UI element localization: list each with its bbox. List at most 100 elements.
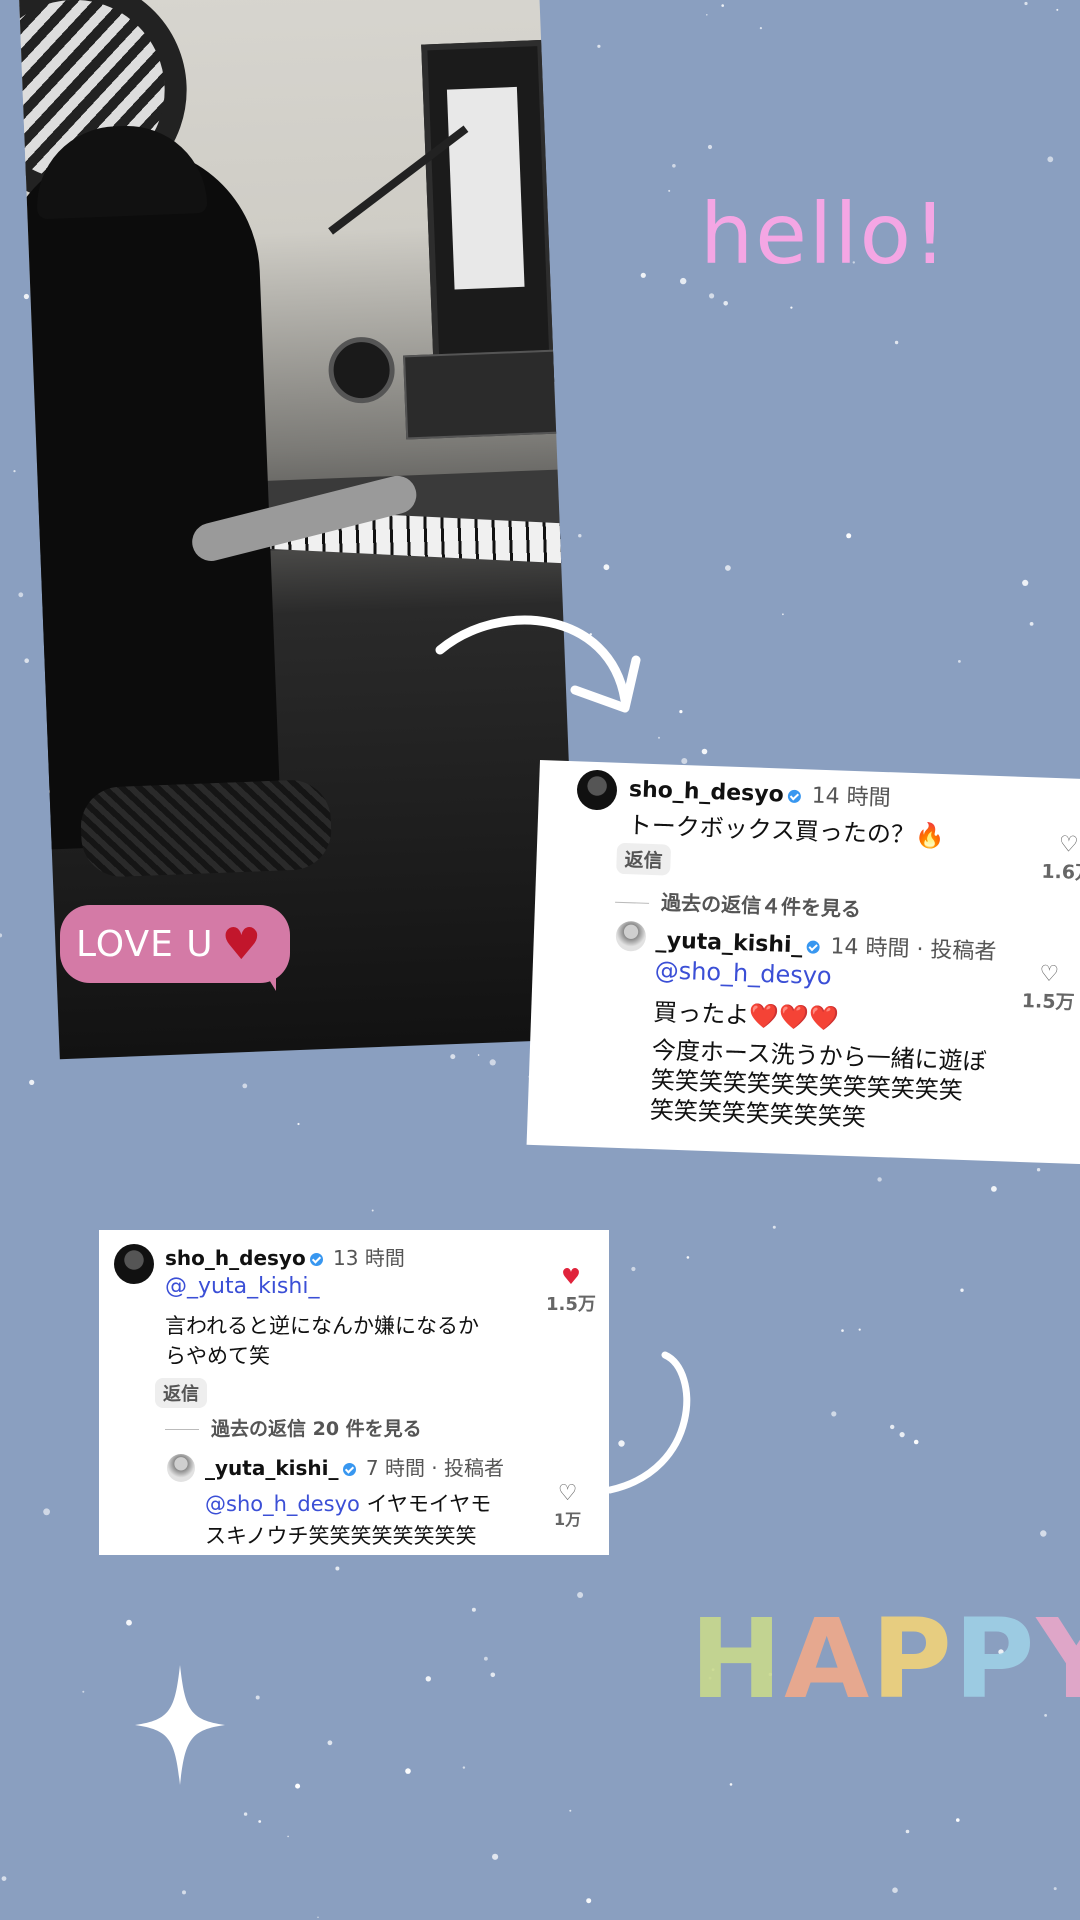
star-dot <box>450 1054 456 1060</box>
star-dot <box>242 1083 248 1089</box>
username[interactable]: _yuta_kishi_ <box>205 1456 339 1480</box>
star-dot <box>255 1695 260 1700</box>
username[interactable]: sho_h_desyo <box>629 777 785 807</box>
star-dot <box>258 1820 262 1823</box>
like-count: 1.5万 <box>546 1294 596 1315</box>
like-button[interactable]: ♥ 1.5万 <box>546 1266 596 1316</box>
star-dot <box>640 272 646 278</box>
mention-link[interactable]: @sho_h_desyo <box>205 1492 360 1516</box>
mention-link[interactable]: @_yuta_kishi_ <box>165 1274 319 1299</box>
star-dot <box>287 1835 289 1838</box>
reply-button[interactable]: 返信 <box>616 842 672 876</box>
heart-filled-icon: ♥ <box>561 1265 581 1290</box>
star-dot <box>892 1887 898 1893</box>
star-dot <box>317 1916 319 1919</box>
star-dot <box>243 1812 248 1816</box>
star-dot <box>723 301 728 306</box>
comment-text: トークボックス買ったの？🔥 <box>627 811 946 851</box>
star-dot <box>1022 579 1029 587</box>
star-dot <box>492 1853 499 1860</box>
star-dot <box>477 1054 480 1056</box>
star-dot <box>679 710 683 714</box>
like-count: 1.6万 <box>1041 860 1080 885</box>
person-silhouette <box>18 141 282 851</box>
star-dot <box>1040 1530 1047 1537</box>
star-dot <box>782 613 784 616</box>
reply-text-line: 買ったよ❤️❤️❤️ <box>652 998 840 1033</box>
happy-letter: A <box>784 1595 872 1723</box>
verified-badge-icon <box>806 939 820 954</box>
star-dot <box>725 565 731 571</box>
like-button[interactable]: ♡ 1.6万 <box>1041 832 1080 886</box>
star-dot <box>790 306 793 309</box>
star-dot <box>297 1122 300 1126</box>
view-replies-link[interactable]: 過去の返信４件を見る <box>615 885 862 923</box>
star-dot <box>618 1440 625 1447</box>
happy-letter: P <box>953 1595 1037 1723</box>
star-dot <box>772 1225 776 1229</box>
star-dot <box>668 189 671 192</box>
star-dot <box>913 1439 919 1445</box>
star-dot <box>29 1079 35 1085</box>
star-dot <box>631 1266 636 1272</box>
reply-text: イヤモイヤモ <box>359 1492 492 1516</box>
star-dot <box>681 758 688 764</box>
sparkle-icon <box>135 1665 225 1785</box>
mention-link[interactable]: @sho_h_desyo <box>654 956 832 990</box>
star-dot <box>484 1656 488 1661</box>
star-dot <box>24 658 30 663</box>
star-dot <box>1029 622 1034 626</box>
star-dot <box>335 1566 340 1571</box>
star-dot <box>707 144 713 150</box>
reply-button[interactable]: 返信 <box>155 1378 207 1408</box>
avatar <box>576 769 618 811</box>
star-dot <box>1056 8 1059 11</box>
star-dot <box>709 293 715 299</box>
timestamp: 13 時間 <box>333 1246 405 1270</box>
star-dot <box>182 1890 186 1895</box>
star-dot <box>706 14 708 16</box>
heart-outline-icon: ♡ <box>1058 832 1079 858</box>
heart-outline-icon: ♡ <box>557 1481 578 1506</box>
star-dot <box>425 1676 431 1682</box>
star-dot <box>597 44 601 48</box>
avatar <box>615 920 647 952</box>
star-dot <box>658 736 660 739</box>
star-dot <box>680 277 687 285</box>
star-dot <box>759 27 763 30</box>
star-dot <box>877 1177 882 1182</box>
star-dot <box>686 1256 690 1259</box>
like-count: 1万 <box>554 1510 582 1529</box>
star-dot <box>578 534 582 538</box>
audio-rack <box>403 349 561 440</box>
star-dot <box>405 1768 411 1774</box>
star-dot <box>1053 1887 1057 1891</box>
studio-photo <box>18 0 580 1060</box>
verified-badge-icon <box>342 1463 356 1476</box>
star-dot <box>846 533 852 539</box>
comment-screenshot-1: sho_h_desyo 14 時間 トークボックス買ったの？🔥 返信 ♡ 1.6… <box>526 760 1080 1165</box>
username[interactable]: sho_h_desyo <box>165 1246 306 1270</box>
star-dot <box>956 1818 960 1822</box>
star-dot <box>894 340 899 345</box>
star-dot <box>490 1672 496 1678</box>
username[interactable]: _yuta_kishi_ <box>655 928 803 958</box>
love-u-text: LOVE U <box>76 923 214 965</box>
star-dot <box>43 1508 50 1516</box>
avatar <box>114 1244 154 1284</box>
star-dot <box>905 1829 910 1834</box>
like-button[interactable]: ♡ 1万 <box>554 1482 581 1530</box>
star-dot <box>82 1690 85 1693</box>
comment-header: sho_h_desyo 13 時間 <box>165 1242 405 1271</box>
star-dot <box>1024 1 1028 6</box>
reply-header: _yuta_kishi_ 7 時間 · 投稿者 <box>205 1452 504 1481</box>
star-dot <box>489 1059 496 1066</box>
star-dot <box>18 592 24 598</box>
star-dot <box>462 1766 466 1769</box>
star-dot <box>858 1328 861 1331</box>
heart-icon: ♥ <box>221 918 263 970</box>
star-dot <box>899 1432 905 1438</box>
like-button[interactable]: ♡ 1.5万 <box>1021 962 1075 1015</box>
view-replies-link[interactable]: 過去の返信 20 件を見る <box>165 1414 422 1441</box>
star-dot <box>721 4 724 7</box>
